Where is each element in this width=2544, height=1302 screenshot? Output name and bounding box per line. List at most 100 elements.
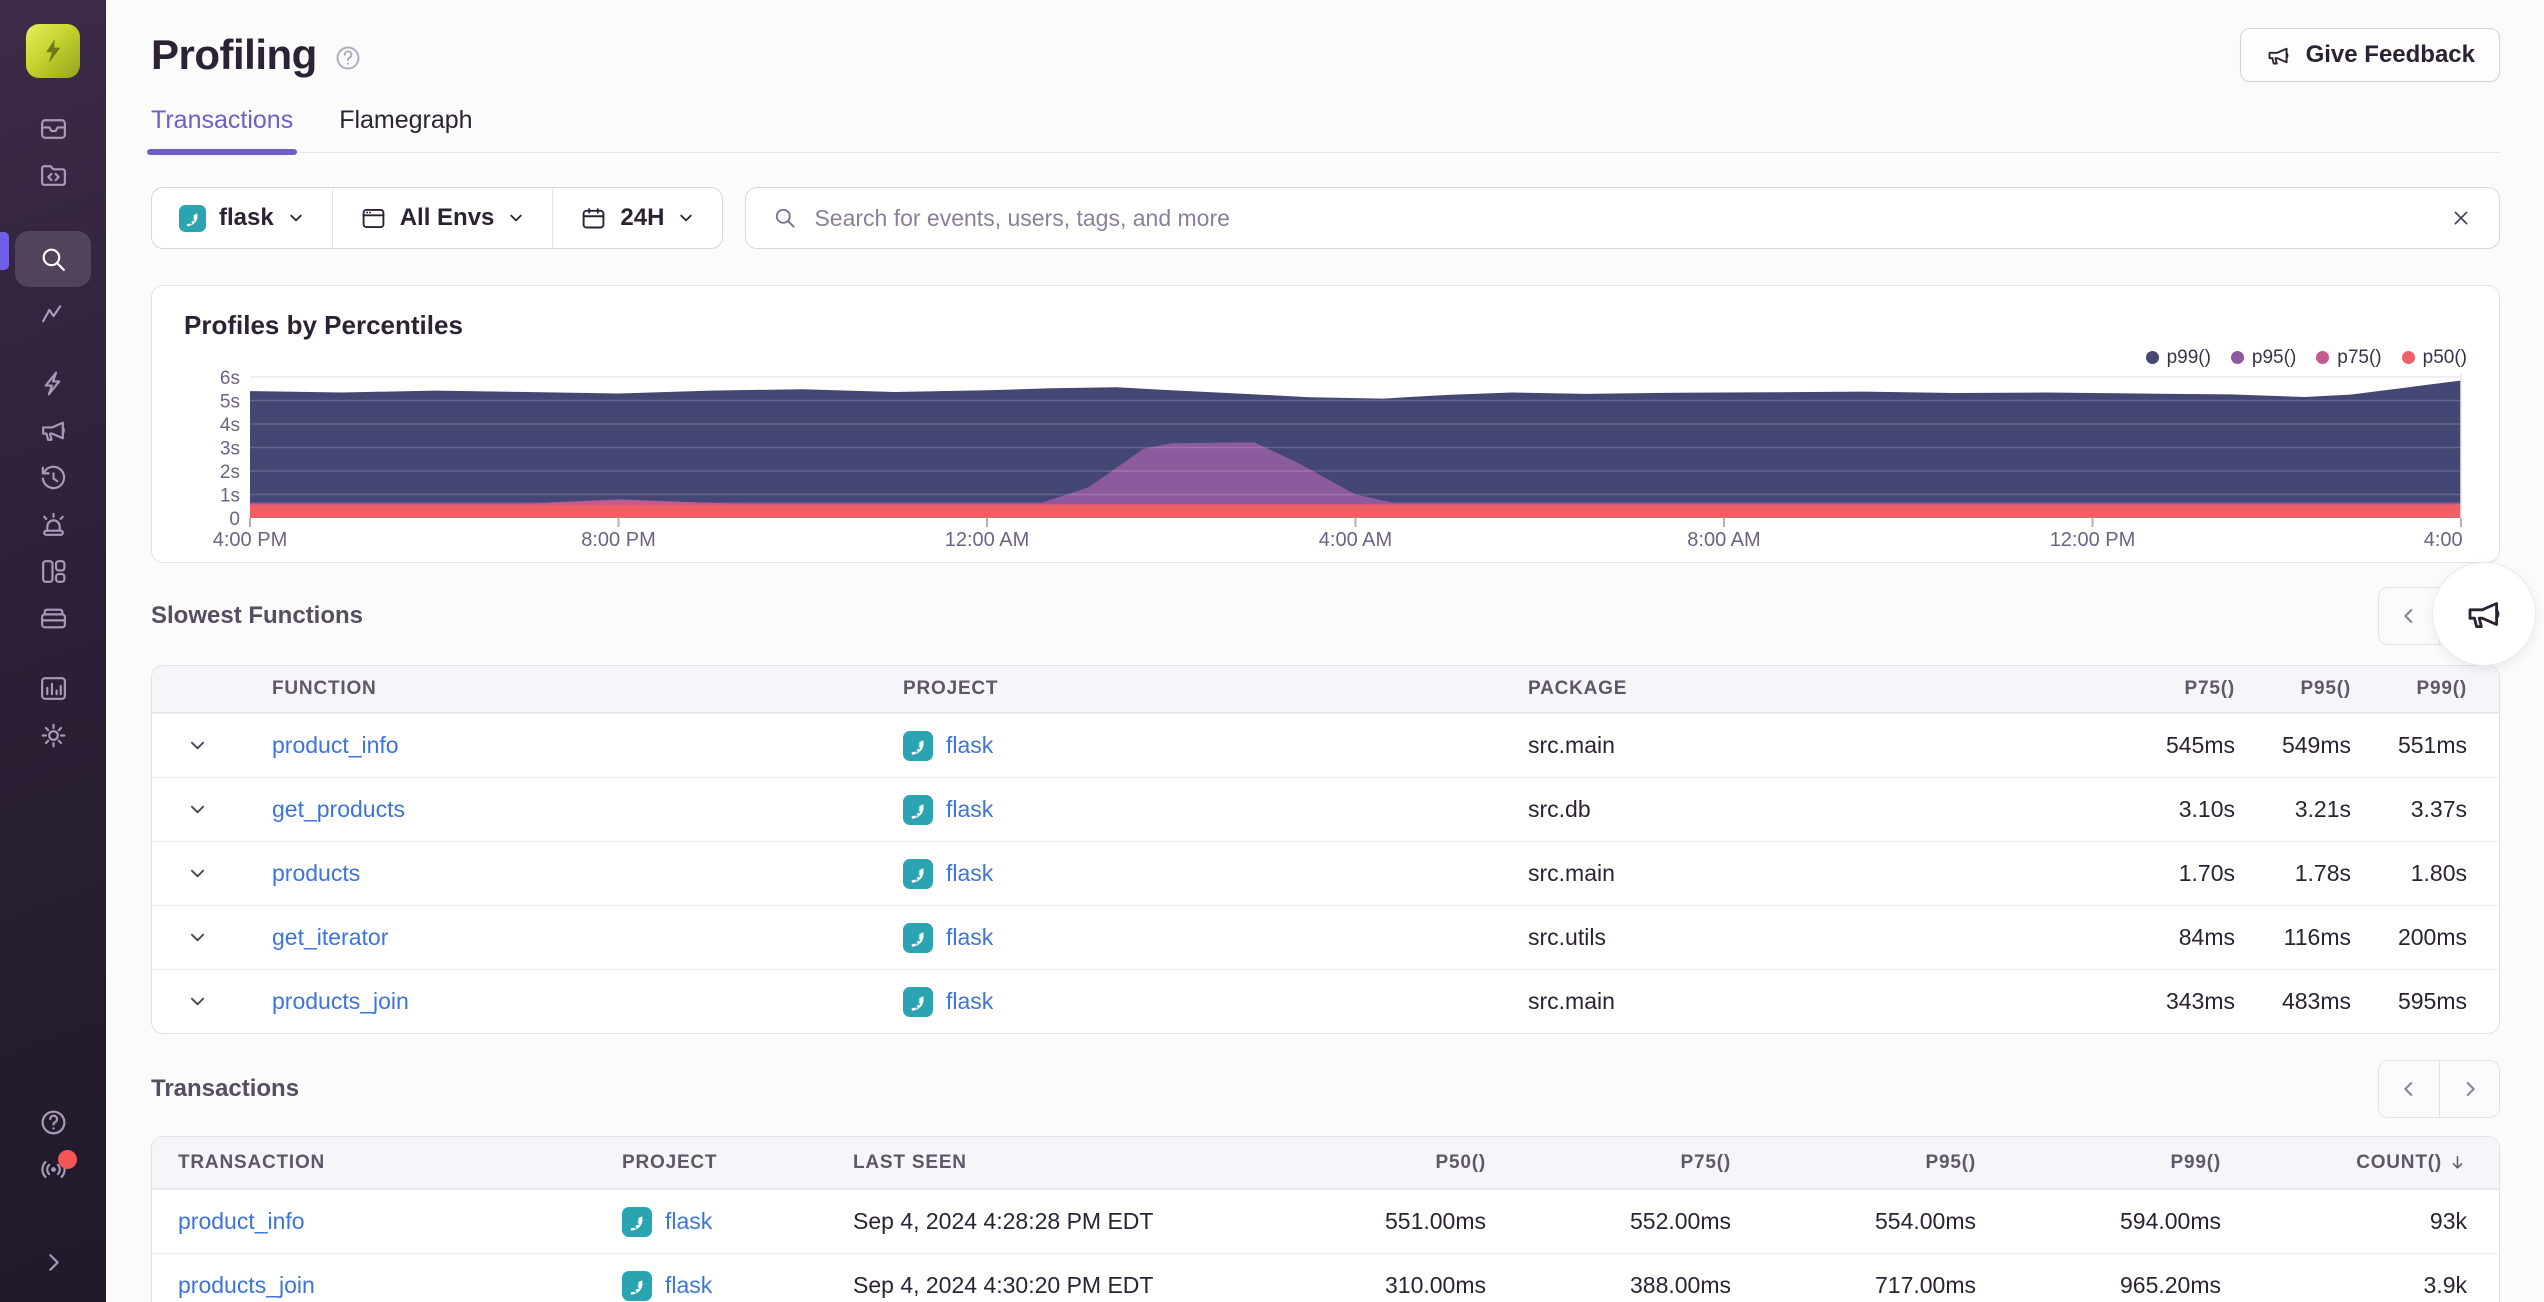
col-count-sort[interactable]: COUNT() [2221,1137,2467,1188]
previous-page-button[interactable] [2379,588,2439,644]
function-link[interactable]: get_iterator [272,924,388,951]
function-link[interactable]: product_info [272,732,399,759]
flask-project-icon [903,922,933,953]
transaction-link[interactable]: products_join [178,1272,315,1299]
legend-item-p50[interactable]: p50() [2401,347,2467,369]
sidebar-item-replays-history[interactable] [15,454,91,501]
row-expander[interactable] [152,714,242,777]
flask-project-icon [903,794,933,825]
package-value: src.db [1528,796,1591,822]
svg-text:8:00 AM: 8:00 AM [1687,529,1760,551]
project-filter[interactable]: flask [152,188,332,248]
feedback-widget-button[interactable] [2432,562,2536,666]
metrics-icon [38,299,69,330]
p95-value: 116ms [2283,924,2351,950]
previous-page-button[interactable] [2379,1061,2439,1117]
chevron-down-icon [510,214,523,222]
p75-value: 343ms [2165,988,2235,1014]
p99-value: 965.20ms [2119,1272,2221,1298]
sidebar-item-metrics[interactable] [15,291,91,338]
transactions-table: TRANSACTION PROJECT LAST SEEN P50() P75(… [151,1136,2500,1302]
legend-item-p99[interactable]: p99() [2145,347,2211,369]
project-link[interactable]: flask [946,732,993,759]
col-transaction: TRANSACTION [178,1151,326,1173]
legend-item-p75[interactable]: p75() [2316,347,2382,369]
project-link[interactable]: flask [946,860,993,887]
chevron-down-icon [190,741,204,750]
table-row: get_iterator flask src.utils 84ms 116ms … [152,905,2499,969]
feedback-megaphone-icon [38,415,69,446]
row-expander[interactable] [152,842,242,905]
next-page-button[interactable] [2439,1061,2499,1117]
tab-flamegraph[interactable]: Flamegraph [339,106,472,152]
row-expander[interactable] [152,970,242,1033]
stats-chart-icon [38,673,69,704]
sidebar-item-releases-archive[interactable] [15,595,91,642]
table-row: products_join flask src.main 343ms 483ms… [152,969,2499,1033]
svg-text:4:00 PM: 4:00 PM [2424,529,2469,551]
table-header: TRANSACTION PROJECT LAST SEEN P50() P75(… [152,1137,2499,1189]
transaction-link[interactable]: product_info [178,1208,305,1235]
sidebar-item-stats-chart[interactable] [15,665,91,712]
package-value: src.main [1528,988,1615,1014]
col-p75: P75() [1680,1151,1731,1173]
table-row: products_join flask Sep 4, 2024 4:30:20 … [152,1253,2499,1302]
sentry-logo[interactable] [26,24,80,78]
give-feedback-label: Give Feedback [2305,41,2475,68]
legend-item-p95[interactable]: p95() [2230,347,2296,369]
sidebar [0,0,106,1302]
chevron-down-icon [190,869,204,878]
sidebar-item-projects[interactable] [15,152,91,199]
sidebar-item-quickstart-lightning[interactable] [15,360,91,407]
flask-project-icon [903,730,933,761]
row-expander[interactable] [152,906,242,969]
environment-filter[interactable]: All Envs [331,188,553,248]
row-expander[interactable] [152,778,242,841]
page-title: Profiling [151,31,317,78]
svg-text:12:00 AM: 12:00 AM [945,529,1030,551]
project-link[interactable]: flask [665,1272,712,1299]
project-link[interactable]: flask [946,988,993,1015]
p95-value: 717.00ms [1874,1272,1976,1298]
table-row: get_products flask src.db 3.10s 3.21s 3.… [152,777,2499,841]
col-p99[interactable]: P99() [1976,1137,2221,1188]
sidebar-item-help-question[interactable] [15,1099,91,1146]
percentiles-area-chart[interactable]: 4:00 PM 8:00 PM 12:00 AM 4:00 AM 8:00 AM 12:0… [184,370,2469,552]
date-range-filter-label: 24H [620,204,665,231]
package-value: src.utils [1528,924,1606,950]
tab-transactions[interactable]: Transactions [146,106,298,155]
date-range-filter[interactable]: 24H [552,188,722,248]
quickstart-lightning-icon [38,368,69,399]
col-project: PROJECT [903,678,999,699]
p99-value: 3.37s [2410,796,2467,822]
function-link[interactable]: get_products [272,796,405,823]
question-circle-icon[interactable] [333,43,363,73]
give-feedback-button[interactable]: Give Feedback [2239,28,2500,82]
p75-value: 1.70s [2178,860,2235,886]
search-input[interactable] [814,204,2433,232]
table-header: FUNCTION PROJECT PACKAGE P75() P95() P99… [152,666,2499,713]
sidebar-item-settings-gear[interactable] [15,712,91,759]
project-link[interactable]: flask [946,924,993,951]
function-link[interactable]: products_join [272,988,409,1015]
project-link[interactable]: flask [946,796,993,823]
p95-value: 483ms [2281,988,2351,1014]
p75-value: 3.10s [2178,796,2235,822]
sidebar-item-collapse-chevron-right[interactable] [15,1239,91,1286]
flask-project-icon [622,1270,652,1301]
sidebar-item-explore-search[interactable] [15,231,91,287]
sidebar-item-dashboards-layout[interactable] [15,548,91,595]
function-link[interactable]: products [272,860,360,887]
flask-project-icon [903,986,933,1017]
count-value: 93k [2429,1208,2467,1234]
sidebar-item-alerts-siren[interactable] [15,501,91,548]
project-link[interactable]: flask [665,1208,712,1235]
p75-value: 552.00ms [1629,1208,1731,1234]
sidebar-item-issues[interactable] [15,105,91,152]
svg-text:4s: 4s [220,415,240,436]
sidebar-item-feedback-megaphone[interactable] [15,407,91,454]
close-icon[interactable] [2449,206,2473,230]
flask-project-icon [622,1206,652,1237]
sidebar-item-whats-new-broadcast[interactable] [15,1146,91,1193]
table-row: products flask src.main 1.70s 1.78s 1.80… [152,841,2499,905]
